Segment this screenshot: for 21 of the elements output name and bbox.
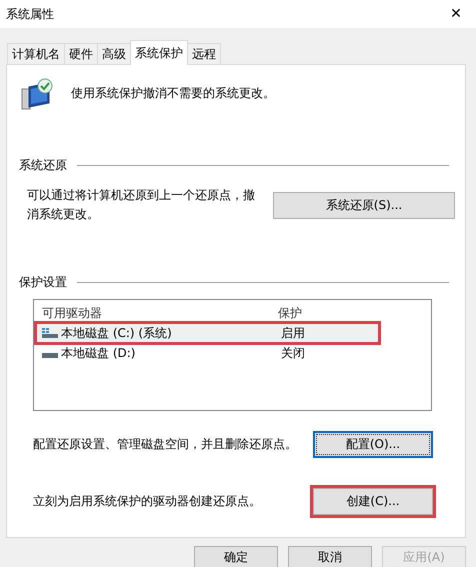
close-button[interactable]: ✕ (436, 0, 476, 28)
group-heading: 系统还原 (19, 157, 67, 174)
create-button[interactable]: 创建(C)... (313, 488, 433, 515)
tab[interactable]: 远程 (187, 43, 221, 64)
restore-description: 可以通过将计算机还原到上一个还原点，撤消系统更改。 (27, 187, 256, 223)
system-restore-button[interactable]: 系统还原(S)... (273, 192, 455, 218)
dialog-button[interactable]: 取消 (288, 546, 372, 567)
tab[interactable]: 系统保护 (130, 40, 188, 65)
column-header: 保护 (278, 304, 302, 322)
description-text: 使用系统保护撤消不需要的系统更改。 (71, 85, 275, 102)
dialog-button[interactable]: 确定 (194, 546, 278, 567)
drive-icon (42, 328, 58, 338)
drive-row[interactable]: 本地磁盘 (D:) 关闭 (36, 343, 429, 363)
tab[interactable]: 计算机名 (7, 43, 65, 64)
drive-row[interactable]: 本地磁盘 (C:) (系统) 启用 (36, 323, 379, 343)
create-description: 立刻为启用系统保护的驱动器创建还原点。 (33, 493, 261, 510)
window-title: 系统属性 (6, 6, 54, 22)
group-heading: 保护设置 (19, 274, 67, 291)
column-header: 可用驱动器 (42, 304, 103, 322)
configure-description: 配置还原设置、管理磁盘空间，并且删除还原点。 (33, 436, 297, 453)
configure-button[interactable]: 配置(O)... (313, 431, 433, 458)
